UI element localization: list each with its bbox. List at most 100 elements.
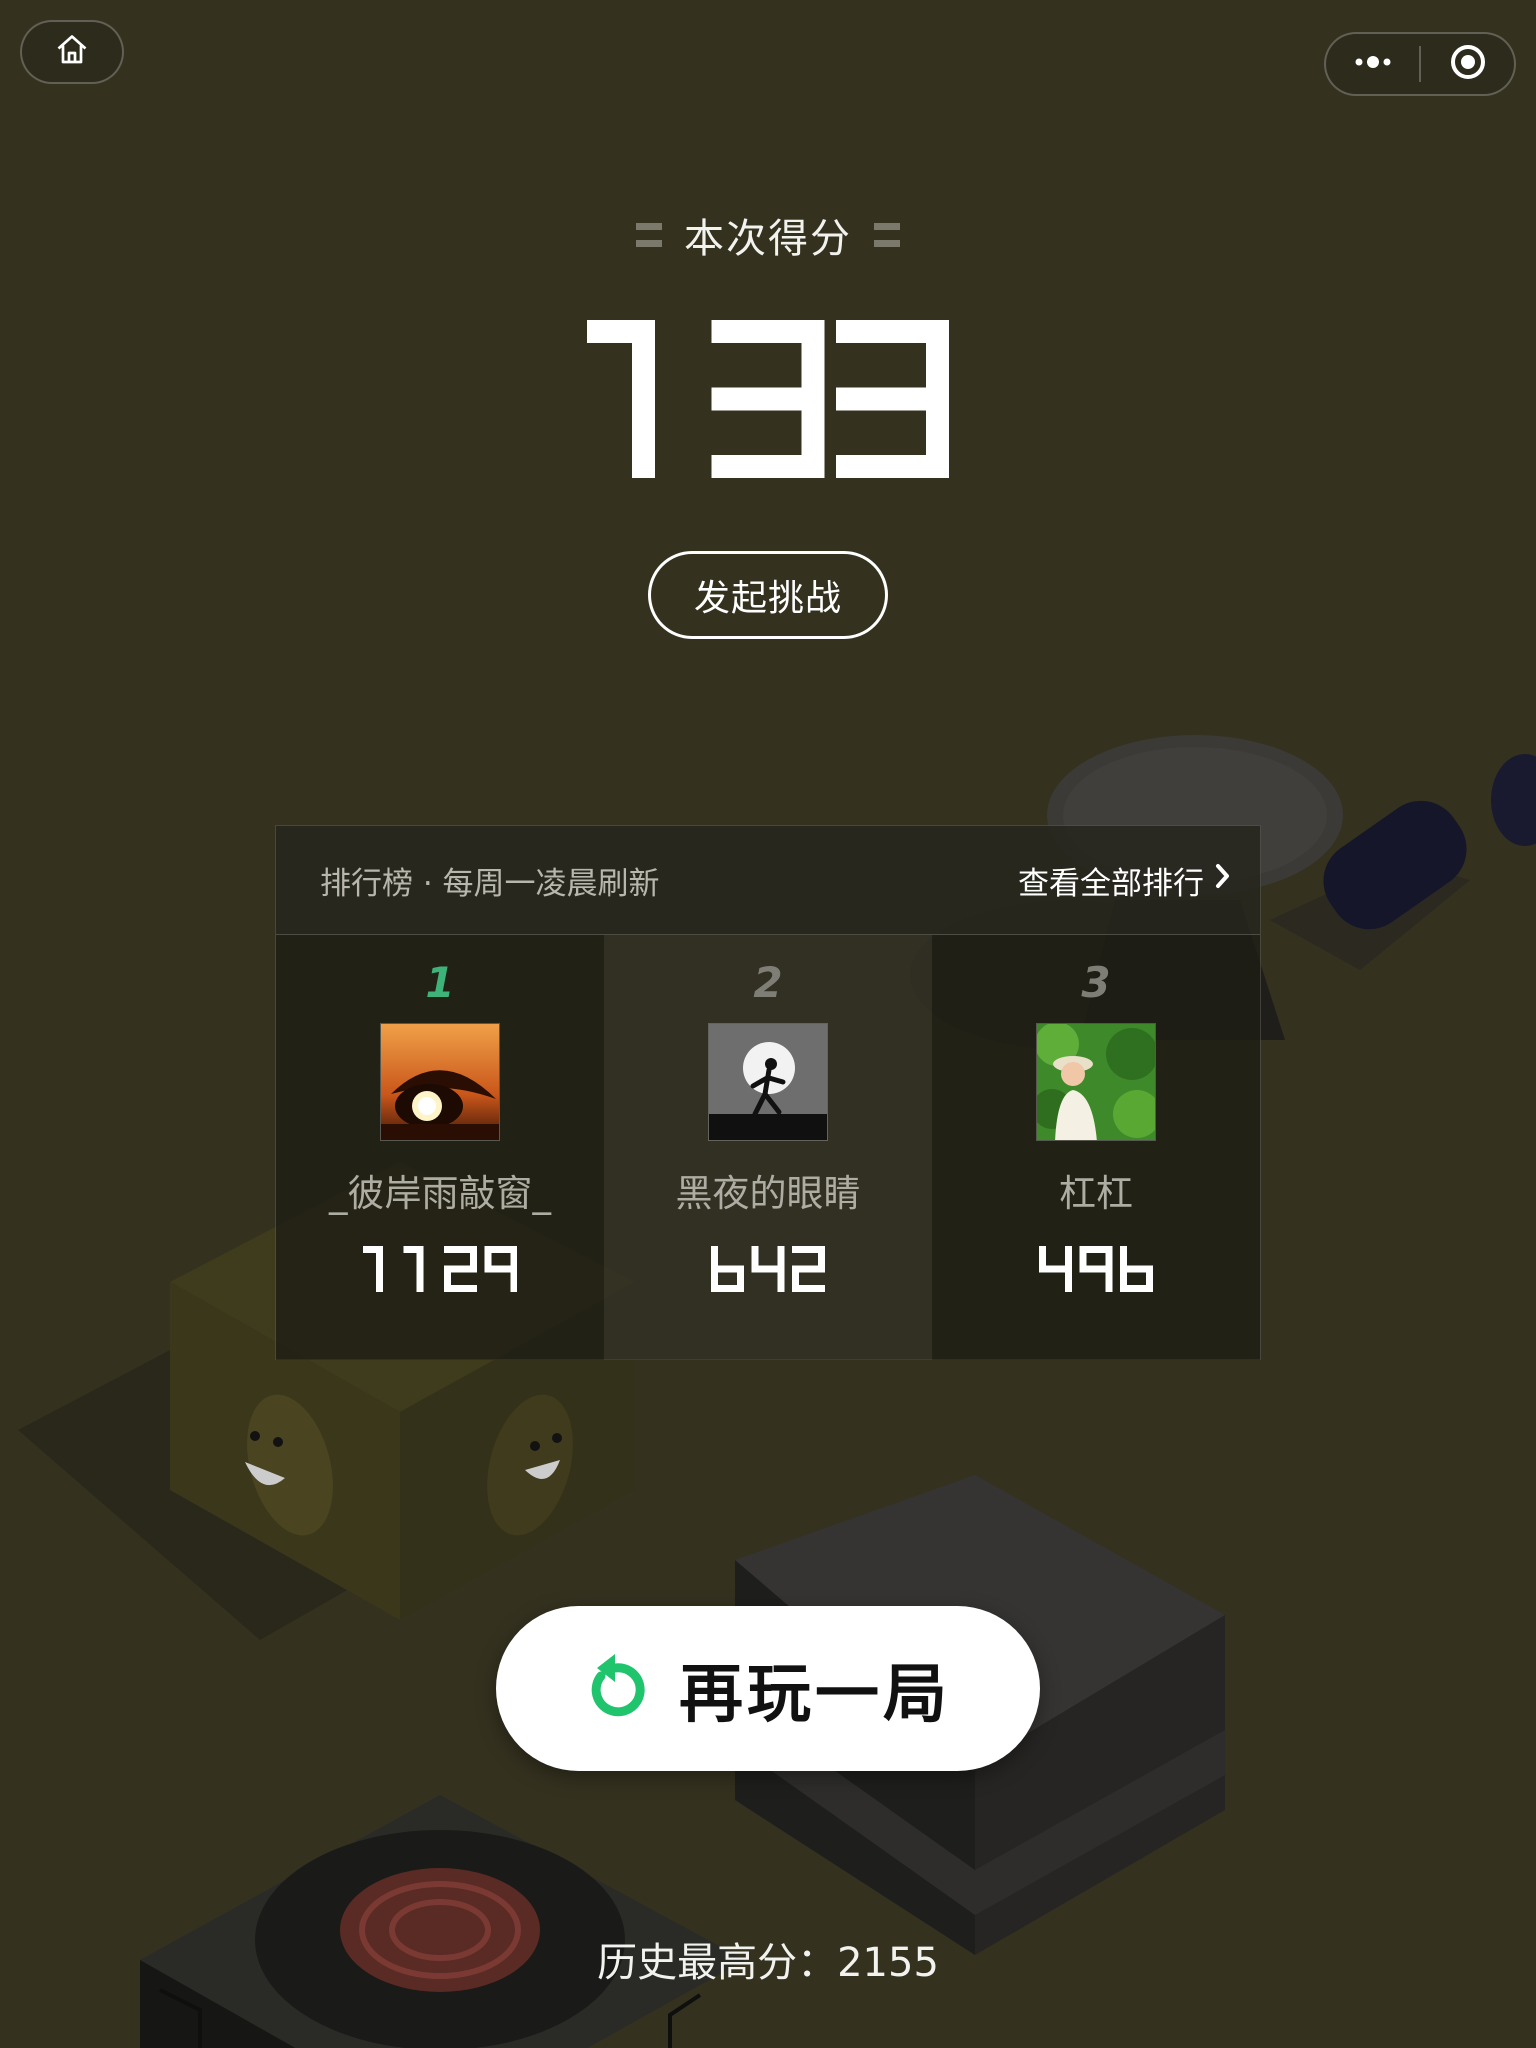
player-name: 黑夜的眼睛 [675,1172,861,1215]
digit-pixel [376,1252,383,1260]
digit-pixel [711,320,735,343]
play-again-button[interactable]: 再玩一局 [496,1606,1040,1771]
player-score [1039,1241,1153,1297]
leaderboard-entry-2[interactable]: 2 黑夜的眼睛 [604,935,932,1360]
digit-pixel [805,1246,813,1254]
digit-pixel [836,387,860,411]
digit-pixel [801,365,825,388]
digit-pixel [801,432,825,456]
leaderboard-title: 排行榜 · 每周一凌晨刷新 [320,865,660,902]
current-score-digits [587,320,949,478]
view-all-label: 查看全部排行 [1018,865,1204,902]
digit-pixel [1039,1246,1047,1254]
digit-pixel [734,320,758,343]
digit-pixel [758,1265,766,1273]
digit-pixel [416,1272,424,1280]
navy-cylinder [1323,800,1467,930]
digit-pixel [444,1272,451,1280]
digit-pixel [1146,1285,1153,1292]
digit-pixel [1105,1246,1113,1254]
digit-pixel [1079,1259,1087,1267]
digit-pixel [632,342,656,366]
digit-pixel [717,1285,725,1292]
digit-pixel [751,1246,759,1254]
digit-pixel [1105,1285,1113,1292]
digit-pixel [779,387,803,411]
digit-pixel [926,455,949,478]
player-score-digits [363,1246,517,1292]
digit-pixel [801,387,825,411]
digit-pixel [1133,1285,1141,1292]
digit-pixel [444,1278,451,1286]
view-all-ranking-link[interactable]: 查看全部排行 [1018,858,1232,903]
play-again-label: 再玩一局 [679,1657,951,1732]
best-score: 历史最高分：2155 [597,1940,939,1986]
digit-pixel [1126,1265,1134,1273]
digit-pixel [1065,1278,1073,1286]
digit-pixel [1133,1265,1141,1273]
digit-pixel [811,1265,819,1273]
digit-pixel [734,455,758,478]
home-icon [54,32,90,72]
digit-pixel [470,1265,477,1273]
digit-pixel [497,1265,505,1273]
digit-pixel [724,1265,732,1273]
leaderboard-entry-3[interactable]: 3 杠杠 [932,935,1260,1360]
digit-pixel [376,1246,383,1254]
digit-pixel [1105,1252,1113,1260]
digit-pixel [376,1278,383,1286]
digit-pixel [737,1272,745,1280]
home-button[interactable] [20,20,124,84]
digit-pixel [444,1246,451,1254]
leaderboard-entry-1[interactable]: 1 _彼岸雨敲窗_ [276,935,604,1360]
digit-pixel [792,1278,800,1286]
digit-pixel [734,387,758,411]
score-label-row: 本次得分 [0,206,1536,264]
more-dots-icon [1351,54,1395,74]
digit-pixel [457,1265,464,1273]
digit-pixel [751,1265,759,1273]
digit-pixel [711,1278,719,1286]
digit-pixel [1079,1265,1087,1273]
digit-pixel [632,455,656,478]
digit-pixel [771,1265,779,1273]
digit-pixel [376,1285,383,1292]
digit-pixel [632,410,656,433]
close-button[interactable] [1421,34,1514,94]
digit-pixel [711,1285,719,1292]
digit-pixel [777,1278,785,1286]
digit-pixel [724,1285,732,1292]
digit-pixel [632,387,656,411]
avatar [380,1023,500,1141]
digit-pixel [457,1285,464,1292]
leaderboard: 排行榜 · 每周一凌晨刷新 查看全部排行 1 _彼岸雨敲窗_ 2 黑夜的眼睛 3… [275,825,1261,1360]
digit-pixel [737,1285,745,1292]
digit-pixel [484,1265,492,1273]
challenge-button[interactable]: 发起挑战 [648,551,888,639]
chevron-right-icon [1214,862,1232,898]
digit-pixel [510,1252,517,1260]
digit-pixel [632,432,656,456]
digit-pixel [798,1246,806,1254]
digit-pixel [410,1246,417,1254]
digit-pixel [1120,1252,1128,1260]
digit-pixel [463,1246,471,1254]
digit-pixel [1105,1265,1113,1273]
digit-pixel [792,1272,800,1280]
digit-pixel [484,1246,492,1254]
digit-pixel [416,1246,424,1254]
digit-pixel [1079,1246,1087,1254]
digit-pixel [1086,1265,1094,1273]
digit-pixel [463,1265,471,1273]
digit-pixel [504,1265,511,1273]
digit-pixel [484,1259,492,1267]
digit-pixel [1065,1252,1073,1260]
digit-pixel [818,1252,825,1260]
coin-box-top [140,1795,745,2048]
digit-pixel [777,1246,785,1254]
digit-pixel [858,320,882,343]
digit-pixel [711,387,735,411]
digit-pixel [1105,1278,1113,1286]
digit-pixel [632,365,656,388]
more-button[interactable] [1326,34,1419,94]
